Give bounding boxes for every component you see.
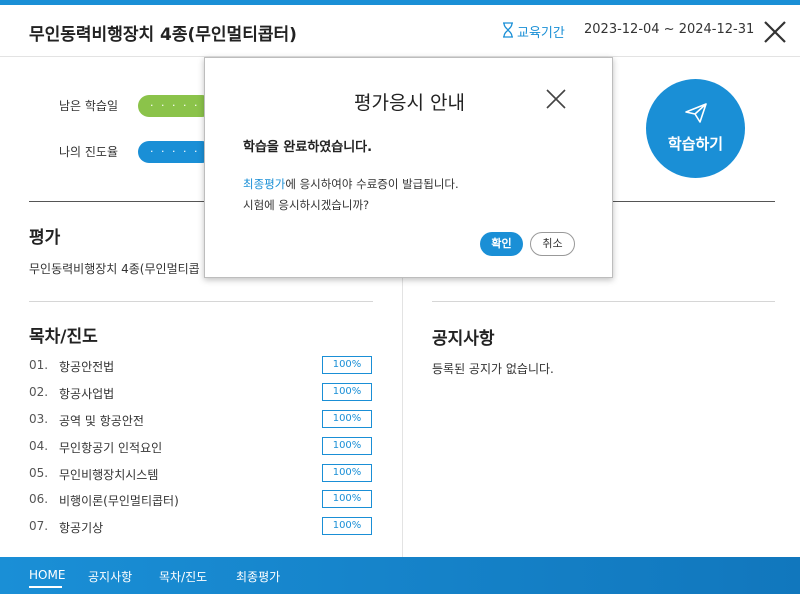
period-dates: 2023-12-04 ~ 2024-12-31	[584, 22, 755, 37]
course-header: 무인동력비행장치 4종(무인멀티콥터) 교육기간 2023-12-04 ~ 20…	[0, 5, 800, 57]
paper-plane-icon	[685, 103, 707, 123]
toc-item-number: 06.	[29, 492, 49, 506]
toc-item[interactable]: 02. 항공사업법 100%	[29, 383, 373, 403]
final-exam-link[interactable]: 최종평가	[243, 177, 285, 191]
nav-notice[interactable]: 공지사항	[88, 568, 132, 585]
study-button-label: 학습하기	[667, 135, 724, 153]
notice-title: 공지사항	[432, 329, 495, 349]
evaluation-course[interactable]: 무인동력비행장치 4종(무인멀티콥	[29, 260, 200, 277]
toc-progress-badge: 100%	[322, 464, 372, 482]
toc-item-label: 항공기상	[59, 521, 104, 535]
toc-item[interactable]: 04. 무인항공기 인적요인 100%	[29, 437, 373, 457]
progress-bar: · · · · · · · ·	[138, 141, 213, 163]
nav-active-indicator	[29, 586, 62, 588]
toc-progress-badge: 100%	[322, 356, 372, 374]
toc-progress-badge: 100%	[322, 517, 372, 535]
course-title: 무인동력비행장치 4종(무인멀티콥터)	[29, 25, 297, 45]
nav-home[interactable]: HOME	[29, 568, 65, 582]
remaining-days-bar: · · · · · · · ·	[138, 95, 213, 117]
toc-item-label: 항공사업법	[59, 387, 115, 401]
close-icon[interactable]	[545, 88, 567, 110]
toc-item-number: 01.	[29, 358, 49, 372]
toc-item[interactable]: 07. 항공기상 100%	[29, 517, 373, 537]
toc-item[interactable]: 05. 무인비행장치시스템 100%	[29, 464, 373, 484]
cancel-button[interactable]: 취소	[530, 232, 575, 256]
left-divider	[29, 301, 373, 302]
toc-item-number: 03.	[29, 412, 49, 426]
dialog-info-line: 최종평가에 응시하여야 수료증이 발급됩니다.	[243, 176, 459, 192]
remaining-days-label: 남은 학습일	[59, 99, 119, 113]
evaluation-title: 평가	[29, 228, 61, 248]
exam-notice-dialog: 평가응시 안내 학습을 완료하였습니다. 최종평가에 응시하여야 수료증이 발급…	[204, 57, 613, 278]
right-divider	[432, 301, 775, 302]
toc-item-label: 무인항공기 인적요인	[59, 441, 163, 455]
toc-item-number: 02.	[29, 385, 49, 399]
toc-item-label: 항공안전법	[59, 360, 115, 374]
toc-progress-badge: 100%	[322, 383, 372, 401]
dialog-question: 시험에 응시하시겠습니까?	[243, 198, 370, 212]
notice-empty-message: 등록된 공지가 없습니다.	[432, 362, 554, 376]
confirm-button[interactable]: 확인	[480, 232, 523, 256]
period-label: 교육기간	[517, 26, 565, 41]
dialog-info-text: 에 응시하여야 수료증이 발급됩니다.	[285, 177, 459, 191]
progress-label: 나의 진도율	[59, 145, 119, 159]
toc-item-number: 07.	[29, 519, 49, 533]
close-icon[interactable]	[762, 19, 788, 45]
toc-item[interactable]: 03. 공역 및 항공안전 100%	[29, 410, 373, 430]
nav-toc[interactable]: 목차/진도	[159, 568, 207, 585]
toc-item-label: 비행이론(무인멀티콥터)	[59, 494, 179, 508]
toc-title: 목차/진도	[29, 327, 98, 347]
toc-progress-badge: 100%	[322, 490, 372, 508]
toc-item-number: 04.	[29, 439, 49, 453]
toc-item-label: 공역 및 항공안전	[59, 414, 144, 428]
bottom-nav: HOME 공지사항 목차/진도 최종평가	[0, 557, 800, 594]
toc-progress-badge: 100%	[322, 410, 372, 428]
hourglass-icon	[503, 22, 513, 38]
toc-item-number: 05.	[29, 466, 49, 480]
toc-item[interactable]: 06. 비행이론(무인멀티콥터) 100%	[29, 490, 373, 510]
study-button[interactable]: 학습하기	[646, 79, 745, 178]
dialog-message: 학습을 완료하였습니다.	[243, 140, 373, 155]
toc-item[interactable]: 01. 항공안전법 100%	[29, 356, 373, 376]
nav-final-exam[interactable]: 최종평가	[236, 568, 280, 585]
toc-progress-badge: 100%	[322, 437, 372, 455]
toc-item-label: 무인비행장치시스템	[59, 468, 159, 482]
column-divider	[402, 278, 403, 557]
